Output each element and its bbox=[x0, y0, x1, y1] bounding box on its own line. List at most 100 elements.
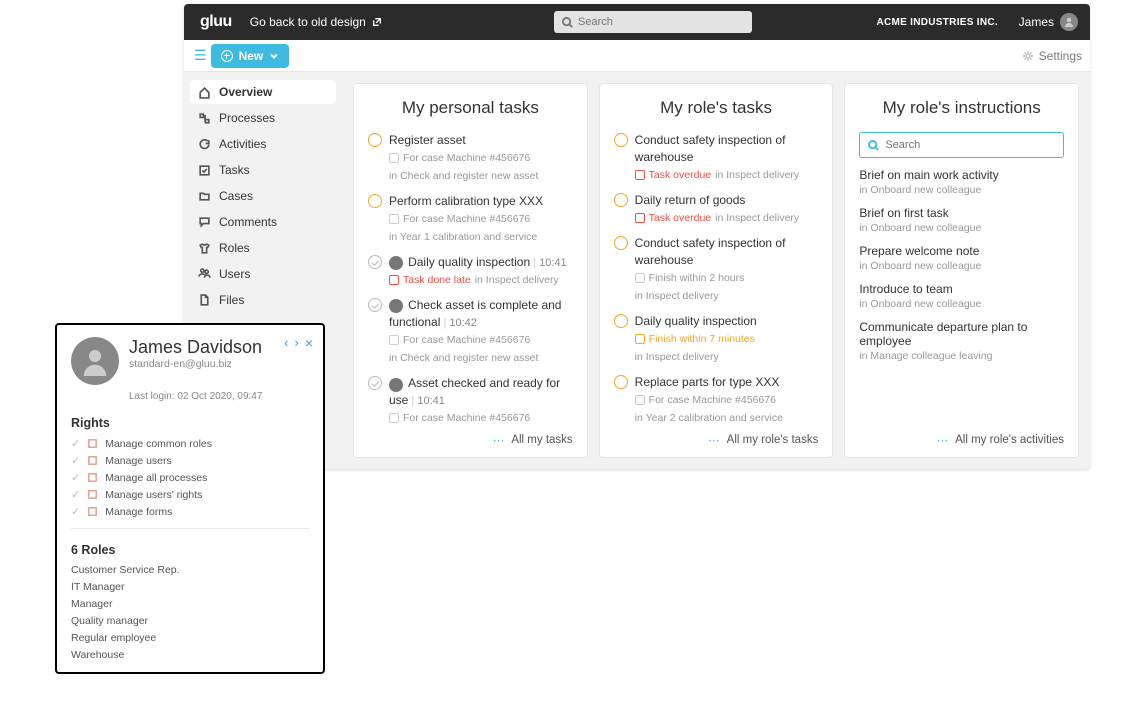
sidebar-item-tasks[interactable]: Tasks bbox=[190, 158, 336, 182]
sidebar-item-label: Activities bbox=[219, 137, 266, 151]
avatar-icon bbox=[389, 378, 403, 392]
instruction-list: Brief on main work activityin Onboard ne… bbox=[859, 168, 1064, 429]
avatar-icon bbox=[389, 299, 403, 313]
flow-icon bbox=[198, 112, 211, 125]
logo: gluu bbox=[200, 13, 232, 31]
role-instructions-panel: My role's instructions Brief on main wor… bbox=[844, 83, 1079, 458]
status-circle-icon bbox=[368, 376, 382, 390]
role-item[interactable]: Customer Service Rep. bbox=[71, 564, 309, 576]
menu-toggle-icon[interactable]: ☰ bbox=[194, 47, 207, 64]
status-circle-icon bbox=[614, 236, 628, 250]
status-circle-icon bbox=[614, 314, 628, 328]
right-item: ✓Manage users bbox=[71, 454, 309, 467]
rights-list: ✓Manage common roles ✓Manage users ✓Manage… bbox=[71, 437, 309, 518]
prev-button[interactable]: ‹ bbox=[284, 335, 288, 351]
task-type-icon bbox=[389, 335, 399, 345]
all-role-activities-link[interactable]: ⋯ All my role's activities bbox=[859, 429, 1064, 447]
dots-icon: ⋯ bbox=[493, 433, 506, 447]
sidebar-item-label: Comments bbox=[219, 215, 277, 229]
rights-heading: Rights bbox=[71, 416, 309, 430]
role-item[interactable]: Regular employee bbox=[71, 632, 309, 644]
instruction-item[interactable]: Brief on main work activityin Onboard ne… bbox=[859, 168, 1064, 196]
task-type-icon bbox=[389, 214, 399, 224]
dots-icon: ⋯ bbox=[708, 433, 721, 447]
right-item: ✓Manage common roles bbox=[71, 437, 309, 450]
sidebar-item-label: Roles bbox=[219, 241, 250, 255]
instruction-search[interactable] bbox=[859, 132, 1064, 158]
panel-title: My role's tasks bbox=[614, 98, 819, 118]
workspace: My personal tasks Register asset For cas… bbox=[342, 72, 1090, 469]
settings-link[interactable]: Settings bbox=[1022, 49, 1082, 63]
next-button[interactable]: › bbox=[294, 335, 298, 351]
right-item: ✓Manage users' rights bbox=[71, 488, 309, 501]
sidebar-item-label: Overview bbox=[219, 85, 272, 99]
sidebar-item-activities[interactable]: Activities bbox=[190, 132, 336, 156]
settings-label: Settings bbox=[1039, 49, 1082, 63]
task-item[interactable]: Conduct safety inspection of warehouse T… bbox=[614, 132, 819, 182]
old-design-link[interactable]: Go back to old design bbox=[250, 15, 382, 29]
chevron-down-icon bbox=[269, 51, 279, 61]
instruction-item[interactable]: Communicate departure plan to employeein… bbox=[859, 320, 1064, 362]
sidebar-item-cases[interactable]: Cases bbox=[190, 184, 336, 208]
sidebar-item-label: Cases bbox=[219, 189, 253, 203]
link-label: All my role's activities bbox=[955, 434, 1064, 446]
right-icon bbox=[87, 438, 98, 449]
gear-icon bbox=[1022, 50, 1034, 62]
task-item[interactable]: Check asset is complete and functional |… bbox=[368, 297, 573, 365]
close-icon[interactable]: × bbox=[305, 335, 313, 351]
instruction-item[interactable]: Brief on first taskin Onboard new collea… bbox=[859, 206, 1064, 234]
check-icon: ✓ bbox=[71, 454, 80, 467]
personal-tasks-list: Register asset For case Machine #456676 … bbox=[368, 132, 573, 429]
avatar-icon bbox=[389, 256, 403, 270]
role-tasks-list: Conduct safety inspection of warehouse T… bbox=[614, 132, 819, 429]
role-item[interactable]: Quality manager bbox=[71, 615, 309, 627]
task-item[interactable]: Register asset For case Machine #456676 … bbox=[368, 132, 573, 183]
global-search[interactable] bbox=[554, 11, 752, 33]
sidebar-item-processes[interactable]: Processes bbox=[190, 106, 336, 130]
sidebar-item-users[interactable]: Users bbox=[190, 262, 336, 286]
task-item[interactable]: Conduct safety inspection of warehouse F… bbox=[614, 235, 819, 303]
sidebar-item-label: Processes bbox=[219, 111, 275, 125]
task-item[interactable]: Perform calibration type XXX For case Ma… bbox=[368, 193, 573, 244]
top-bar: gluu Go back to old design ACME INDUSTRI… bbox=[184, 4, 1090, 40]
sub-bar: ☰ New Settings bbox=[184, 40, 1090, 72]
task-type-icon bbox=[635, 213, 645, 223]
task-type-icon bbox=[635, 273, 645, 283]
status-circle-icon bbox=[368, 133, 382, 147]
all-role-tasks-link[interactable]: ⋯ All my role's tasks bbox=[614, 429, 819, 447]
sidebar-item-comments[interactable]: Comments bbox=[190, 210, 336, 234]
sidebar-item-files[interactable]: Files bbox=[190, 288, 336, 312]
refresh-icon bbox=[198, 138, 211, 151]
role-item[interactable]: Warehouse bbox=[71, 649, 309, 661]
roles-list: Customer Service Rep. IT Manager Manager Qu… bbox=[71, 564, 309, 661]
check-icon: ✓ bbox=[71, 471, 80, 484]
external-link-icon bbox=[372, 17, 382, 27]
task-item[interactable]: Daily return of goods Task overdue in In… bbox=[614, 192, 819, 225]
user-menu[interactable]: James bbox=[1019, 13, 1078, 31]
task-item[interactable]: Replace parts for type XXX For case Mach… bbox=[614, 374, 819, 425]
link-label: All my role's tasks bbox=[727, 434, 819, 446]
global-search-input[interactable] bbox=[578, 16, 744, 28]
status-circle-icon bbox=[368, 298, 382, 312]
last-login: Last login: 02 Oct 2020, 09:47 bbox=[129, 391, 309, 402]
instruction-item[interactable]: Introduce to teamin Onboard new colleagu… bbox=[859, 282, 1064, 310]
user-profile-popup: James Davidson standard-en@gluu.biz ‹ › … bbox=[55, 323, 325, 674]
task-item[interactable]: Daily quality inspection | 10:41 Task do… bbox=[368, 254, 573, 287]
status-circle-icon bbox=[614, 193, 628, 207]
new-button[interactable]: New bbox=[211, 44, 290, 68]
sidebar-item-roles[interactable]: Roles bbox=[190, 236, 336, 260]
sidebar-item-label: Files bbox=[219, 293, 244, 307]
role-item[interactable]: Manager bbox=[71, 598, 309, 610]
role-item[interactable]: IT Manager bbox=[71, 581, 309, 593]
sidebar-item-overview[interactable]: Overview bbox=[190, 80, 336, 104]
instruction-item[interactable]: Prepare welcome notein Onboard new colle… bbox=[859, 244, 1064, 272]
user-name: James bbox=[1019, 15, 1054, 29]
task-type-icon bbox=[635, 334, 645, 344]
all-my-tasks-link[interactable]: ⋯ All my tasks bbox=[368, 429, 573, 447]
check-icon: ✓ bbox=[71, 437, 80, 450]
users-icon bbox=[198, 268, 211, 281]
right-icon bbox=[87, 489, 98, 500]
task-item[interactable]: Daily quality inspection Finish within 7… bbox=[614, 313, 819, 364]
instruction-search-input[interactable] bbox=[885, 139, 1055, 151]
task-item[interactable]: Asset checked and ready for use | 10:41 … bbox=[368, 375, 573, 429]
